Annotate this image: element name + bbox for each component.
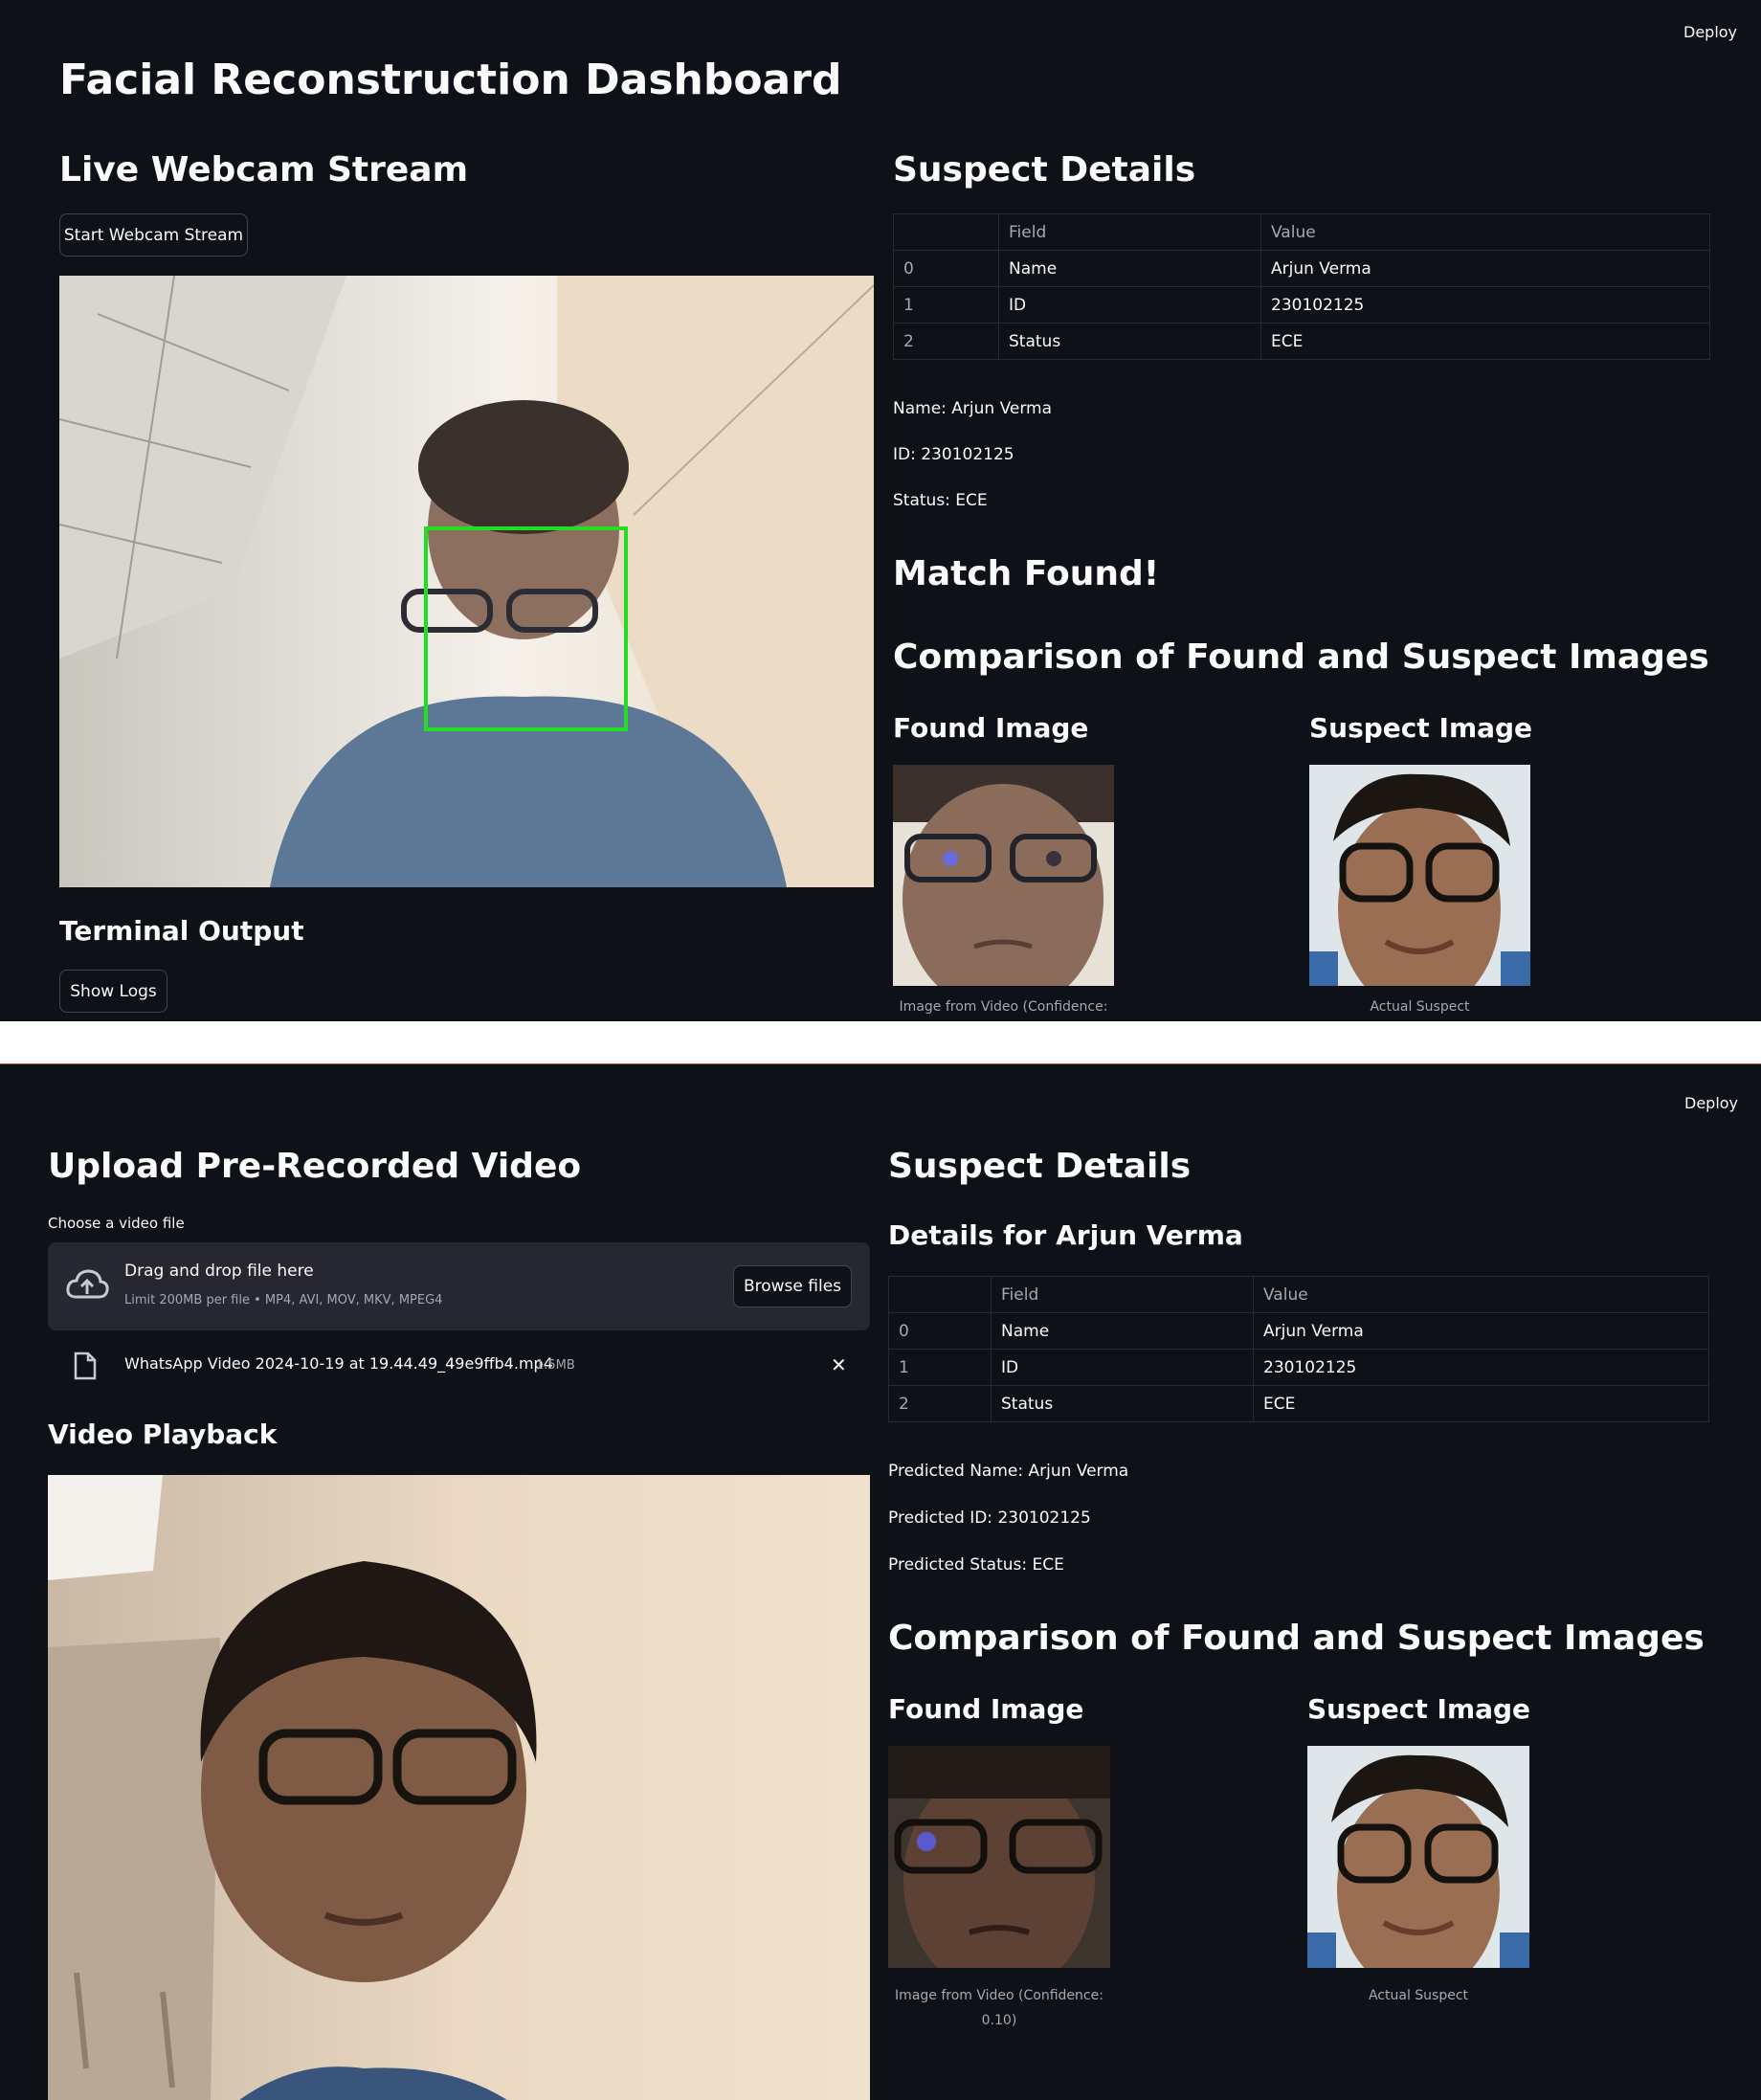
suspect-status-text: Status: ECE	[893, 491, 988, 510]
suspect-image-caption: Actual Suspect	[1370, 999, 1470, 1015]
file-dropzone[interactable]: Drag and drop file here Limit 200MB per …	[48, 1242, 870, 1330]
main-menu-icon[interactable]: ⋮	[1753, 1094, 1761, 1111]
found-image-heading: Found Image	[893, 712, 1089, 744]
row-value: Arjun Verma	[1260, 250, 1710, 287]
webcam-frame-image	[59, 276, 874, 887]
start-webcam-button[interactable]: Start Webcam Stream	[59, 213, 248, 257]
video-player[interactable]	[48, 1475, 870, 2100]
deploy-button[interactable]: Deploy	[1684, 1094, 1738, 1112]
video-playback-heading: Video Playback	[48, 1419, 278, 1450]
table-header-row: Field Value	[893, 213, 1710, 251]
found-image	[893, 765, 1114, 986]
found-image-caption: Image from Video (Confidence:	[899, 999, 1108, 1015]
page-title: Facial Reconstruction Dashboard	[59, 56, 842, 104]
value-header: Value	[1260, 213, 1710, 251]
file-icon	[74, 1352, 97, 1380]
webcam-frame	[59, 276, 874, 887]
row-index: 2	[888, 1385, 992, 1422]
row-value: 230102125	[1253, 1349, 1709, 1386]
row-field: Status	[998, 323, 1261, 360]
row-field: Name	[998, 250, 1261, 287]
screenshot-separator	[0, 1021, 1761, 1064]
table-row: 2 Status ECE	[893, 323, 1710, 360]
row-value: Arjun Verma	[1253, 1312, 1709, 1350]
suspect-image-heading: Suspect Image	[1307, 1693, 1531, 1725]
row-field: ID	[991, 1349, 1254, 1386]
deploy-button[interactable]: Deploy	[1683, 23, 1737, 41]
found-image	[888, 1746, 1110, 1968]
found-image-caption-line2: 0.10)	[981, 2013, 1017, 2028]
suspect-details-table: Field Value 0 Name Arjun Verma 1 ID 2301…	[893, 213, 1710, 360]
cloud-upload-icon	[66, 1269, 109, 1299]
row-index: 0	[888, 1312, 992, 1350]
suspect-image-picture	[1309, 765, 1530, 986]
terminal-output-heading: Terminal Output	[59, 915, 304, 947]
upload-video-heading: Upload Pre-Recorded Video	[48, 1147, 582, 1186]
row-index: 0	[893, 250, 999, 287]
video-frame-image	[48, 1475, 870, 2100]
webcam-dashboard-panel: Deploy ⋮ Facial Reconstruction Dashboard…	[0, 0, 1761, 1021]
suspect-id-text: ID: 230102125	[893, 445, 1014, 464]
predicted-name-text: Predicted Name: Arjun Verma	[888, 1462, 1129, 1481]
browse-files-button[interactable]: Browse files	[733, 1265, 852, 1307]
row-index: 2	[893, 323, 999, 360]
row-index: 1	[888, 1349, 992, 1386]
row-value: ECE	[1260, 323, 1710, 360]
found-image-picture	[888, 1746, 1110, 1968]
field-header: Field	[991, 1276, 1254, 1313]
row-value: 230102125	[1260, 286, 1710, 324]
table-header-row: Field Value	[888, 1276, 1709, 1313]
remove-file-icon[interactable]: ✕	[831, 1353, 847, 1376]
found-image-caption-line1: Image from Video (Confidence:	[895, 1988, 1103, 2003]
table-row: 0 Name Arjun Verma	[888, 1312, 1709, 1350]
comparison-heading: Comparison of Found and Suspect Images	[893, 637, 1709, 677]
uploaded-file-size: 1.5MB	[536, 1358, 575, 1373]
index-header	[888, 1276, 992, 1313]
webcam-heading: Live Webcam Stream	[59, 150, 469, 190]
suspect-details-heading: Suspect Details	[893, 150, 1196, 190]
predicted-status-text: Predicted Status: ECE	[888, 1555, 1064, 1575]
table-row: 1 ID 230102125	[893, 286, 1710, 324]
suspect-details-heading: Suspect Details	[888, 1147, 1192, 1186]
row-index: 1	[893, 286, 999, 324]
main-menu-icon[interactable]: ⋮	[1753, 23, 1761, 40]
suspect-name-text: Name: Arjun Verma	[893, 399, 1053, 418]
video-upload-panel: Deploy ⋮ Upload Pre-Recorded Video Choos…	[0, 1064, 1761, 2100]
suspect-image-picture	[1307, 1746, 1529, 1968]
file-limit-text: Limit 200MB per file • MP4, AVI, MOV, MK…	[124, 1293, 443, 1307]
found-image-heading: Found Image	[888, 1693, 1084, 1725]
found-image-picture	[893, 765, 1114, 986]
table-row: 0 Name Arjun Verma	[893, 250, 1710, 287]
row-value: ECE	[1253, 1385, 1709, 1422]
details-for-heading: Details for Arjun Verma	[888, 1219, 1243, 1251]
row-field: ID	[998, 286, 1261, 324]
match-found-text: Match Found!	[893, 554, 1160, 593]
field-header: Field	[998, 213, 1261, 251]
suspect-image	[1309, 765, 1530, 986]
show-logs-button[interactable]: Show Logs	[59, 970, 167, 1013]
value-header: Value	[1253, 1276, 1709, 1313]
predicted-id-text: Predicted ID: 230102125	[888, 1508, 1091, 1528]
suspect-image-heading: Suspect Image	[1309, 712, 1533, 744]
table-row: 1 ID 230102125	[888, 1349, 1709, 1386]
index-header	[893, 213, 999, 251]
drag-drop-text: Drag and drop file here	[124, 1262, 314, 1281]
uploaded-file-name: WhatsApp Video 2024-10-19 at 19.44.49_49…	[124, 1354, 553, 1373]
file-uploader-label: Choose a video file	[48, 1215, 185, 1232]
comparison-heading: Comparison of Found and Suspect Images	[888, 1619, 1705, 1658]
row-field: Name	[991, 1312, 1254, 1350]
table-row: 2 Status ECE	[888, 1385, 1709, 1422]
suspect-image-caption: Actual Suspect	[1368, 1988, 1469, 2003]
row-field: Status	[991, 1385, 1254, 1422]
suspect-details-table: Field Value 0 Name Arjun Verma 1 ID 2301…	[888, 1276, 1709, 1422]
suspect-image	[1307, 1746, 1529, 1968]
